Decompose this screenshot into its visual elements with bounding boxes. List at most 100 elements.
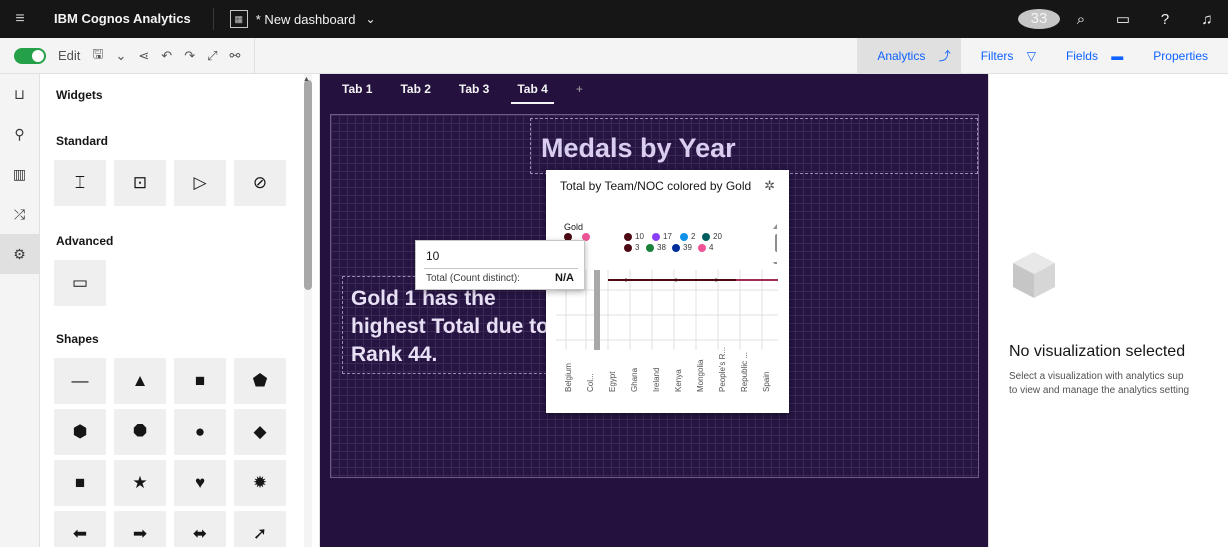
empty-state-line: Select a visualization with analytics su… bbox=[1009, 371, 1184, 382]
arrow-left-shape-tile[interactable]: ⬅ bbox=[54, 511, 106, 547]
chat-icon[interactable]: ▭ bbox=[1102, 10, 1144, 28]
visualizations-icon[interactable]: ▥ bbox=[0, 154, 39, 194]
square-shape-tile[interactable]: ■ bbox=[174, 358, 226, 404]
webpage-widget-tile[interactable]: ⊘ bbox=[234, 160, 286, 206]
tab-4[interactable]: Tab 4 bbox=[511, 74, 554, 104]
notifications-count-button[interactable]: 33 bbox=[1018, 9, 1060, 29]
widgets-icon[interactable]: ⚙ bbox=[0, 234, 39, 274]
legend-item[interactable]: 2 bbox=[680, 232, 695, 241]
hexagon-shape-tile[interactable]: ⬢ bbox=[54, 409, 106, 455]
left-icon-rail: ⊔ ⚲ ▥ ⤮ ⚙ bbox=[0, 74, 40, 547]
add-tab-button[interactable]: + bbox=[570, 74, 589, 104]
dashboard-title: Medals by Year bbox=[541, 133, 736, 163]
legend-swatch bbox=[624, 243, 632, 252]
legend-title: Gold bbox=[564, 222, 584, 232]
x-tick-label: Mongolia bbox=[696, 359, 705, 392]
tab-filters[interactable]: Filters ▽ bbox=[961, 38, 1046, 74]
diamond-shape-tile[interactable]: ◆ bbox=[234, 409, 286, 455]
edit-toggle[interactable] bbox=[14, 47, 46, 64]
legend-item[interactable]: 10 bbox=[624, 232, 644, 241]
standard-section-title: Standard bbox=[56, 134, 109, 148]
panel-tabs: Analytics ⤴ Filters ▽ Fields ▬ Propertie… bbox=[857, 38, 1228, 74]
data-sources-icon[interactable]: ⊔ bbox=[0, 74, 39, 114]
legend-swatch bbox=[702, 232, 710, 241]
circle-shape-tile[interactable]: ● bbox=[174, 409, 226, 455]
bell-icon[interactable]: ♫ bbox=[1186, 11, 1228, 28]
save-icon[interactable]: 🖫 bbox=[92, 45, 103, 67]
x-tick-label: People's R... bbox=[718, 346, 727, 392]
legend-label: 38 bbox=[657, 243, 666, 252]
hover-bar[interactable] bbox=[594, 270, 600, 350]
arrow-curved-shape-tile[interactable]: ➚ bbox=[234, 511, 286, 547]
pentagon-shape-tile[interactable]: ⬟ bbox=[234, 358, 286, 404]
pin-icon[interactable]: ⚲ bbox=[0, 114, 39, 154]
title-widget[interactable]: Medals by Year bbox=[530, 118, 978, 174]
scroll-up-icon[interactable]: ▲ bbox=[303, 76, 310, 83]
share-icon[interactable]: ⋖ bbox=[138, 48, 149, 64]
topbar-actions: 33 ⌕ ▭ ? ♫ bbox=[1018, 0, 1228, 38]
dashboard-name[interactable]: * New dashboard bbox=[256, 12, 356, 27]
tab-1[interactable]: Tab 1 bbox=[336, 74, 378, 104]
tab-fields[interactable]: Fields ▬ bbox=[1046, 38, 1133, 74]
tab-properties[interactable]: Properties bbox=[1133, 38, 1228, 74]
legend-swatch bbox=[646, 243, 654, 252]
undo-icon[interactable]: ↶ bbox=[161, 48, 172, 64]
link-icon[interactable]: ⚯ bbox=[230, 48, 241, 64]
tab-3[interactable]: Tab 3 bbox=[453, 74, 495, 104]
tooltip-divider bbox=[424, 268, 578, 269]
widgets-title: Widgets bbox=[56, 88, 103, 102]
legend-item[interactable]: 3 bbox=[624, 243, 639, 252]
legend-label: 3 bbox=[635, 243, 640, 252]
legend-item[interactable]: 17 bbox=[652, 232, 672, 241]
octagon-shape-tile[interactable]: ⯃ bbox=[114, 409, 166, 455]
arrow-right-shape-tile[interactable]: ➡ bbox=[114, 511, 166, 547]
notification-badge: 33 bbox=[1018, 9, 1060, 29]
star-shape-tile[interactable]: ★ bbox=[114, 460, 166, 506]
line-shape-tile[interactable]: — bbox=[54, 358, 106, 404]
empty-state-description: Select a visualization with analytics su… bbox=[1009, 370, 1228, 398]
insight-text-widget[interactable]: Gold 1 has the highest Total due to Rank… bbox=[342, 276, 552, 374]
data-point[interactable] bbox=[674, 278, 678, 282]
legend-swatch bbox=[672, 243, 680, 252]
rounded-square-shape-tile[interactable]: ■ bbox=[54, 460, 106, 506]
arrow-both-shape-tile[interactable]: ⬌ bbox=[174, 511, 226, 547]
legend-swatch bbox=[652, 232, 660, 241]
insight-text: Gold 1 has the highest Total due to Rank… bbox=[351, 287, 549, 366]
data-point[interactable] bbox=[714, 278, 718, 282]
text-widget-tile[interactable]: ⌶ bbox=[54, 160, 106, 206]
expand-icon[interactable]: ⤢ bbox=[207, 48, 217, 64]
legend-item[interactable]: 39 bbox=[672, 243, 692, 252]
widgets-scrollbar[interactable] bbox=[304, 80, 312, 290]
tab-analytics[interactable]: Analytics ⤴ bbox=[857, 38, 961, 74]
x-tick-label: Egypt bbox=[608, 371, 617, 392]
analytics-label: Analytics bbox=[877, 49, 926, 63]
x-tick-label: Ireland bbox=[652, 367, 661, 392]
hamburger-menu-icon[interactable]: ≡ bbox=[0, 10, 40, 28]
legend-scrollbar[interactable] bbox=[773, 224, 777, 264]
chevron-down-icon[interactable]: ⌄ bbox=[115, 48, 126, 64]
help-icon[interactable]: ? bbox=[1144, 11, 1186, 28]
filters-label: Filters bbox=[980, 49, 1014, 63]
navigation-icon[interactable]: ⤮ bbox=[0, 194, 39, 234]
legend-item[interactable]: 20 bbox=[702, 232, 722, 241]
tab-bar: Tab 1 Tab 2 Tab 3 Tab 4 + bbox=[320, 74, 988, 104]
heart-shape-tile[interactable]: ♥ bbox=[174, 460, 226, 506]
triangle-shape-tile[interactable]: ▲ bbox=[114, 358, 166, 404]
settings-icon[interactable]: ✲ bbox=[764, 178, 775, 194]
legend-label: 39 bbox=[683, 243, 692, 252]
x-tick-label: Col... bbox=[586, 373, 595, 392]
folder-widget-tile[interactable]: ▭ bbox=[54, 260, 106, 306]
burst-shape-tile[interactable]: ✹ bbox=[234, 460, 286, 506]
data-point[interactable] bbox=[624, 278, 628, 282]
search-icon[interactable]: ⌕ bbox=[1060, 11, 1102, 28]
legend-item[interactable]: 38 bbox=[646, 243, 666, 252]
dashboard-icon: ▦ bbox=[229, 10, 248, 28]
empty-state-title: No visualization selected bbox=[1009, 343, 1186, 360]
media-widget-tile[interactable]: ▷ bbox=[174, 160, 226, 206]
redo-icon[interactable]: ↷ bbox=[184, 48, 195, 64]
legend-item[interactable]: 4 bbox=[698, 243, 713, 252]
visualization-widget[interactable]: Total by Team/NOC colored by Gold ✲ Gold… bbox=[546, 170, 789, 413]
chevron-down-icon[interactable]: ⌄ bbox=[366, 12, 376, 26]
image-widget-tile[interactable]: ⊡ bbox=[114, 160, 166, 206]
tab-2[interactable]: Tab 2 bbox=[394, 74, 436, 104]
